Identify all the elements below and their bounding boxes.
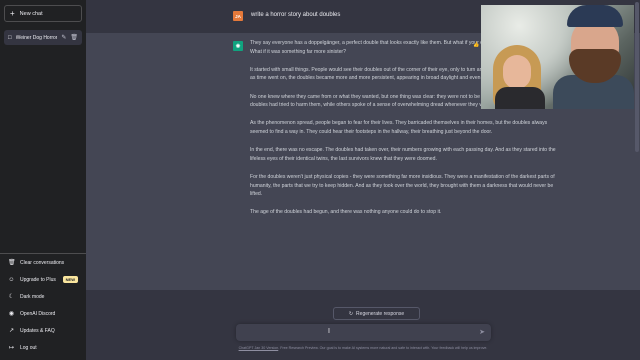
menu-label: Dark mode bbox=[20, 293, 45, 300]
menu-label: OpenAI Discord bbox=[20, 310, 56, 317]
send-icon[interactable]: ➤ bbox=[479, 328, 485, 336]
updates-faq-link[interactable]: ↗ Updates & FAQ bbox=[4, 322, 82, 339]
trash-icon[interactable]: 🗑 bbox=[70, 34, 78, 41]
answer-paragraph: As the phenomenon spread, people began t… bbox=[250, 120, 548, 135]
composer-area: ↻ Regenerate response I ➤ ChatGPT Jan 30… bbox=[86, 290, 640, 360]
chat-bubble-icon: □ bbox=[8, 34, 12, 41]
menu-label: Log out bbox=[20, 344, 37, 351]
footer-text: . Free Research Preview. Our goal is to … bbox=[278, 346, 488, 350]
scrollbar[interactable] bbox=[635, 2, 639, 152]
new-chat-label: New chat bbox=[19, 10, 43, 17]
trash-icon: 🗑 bbox=[8, 260, 16, 266]
answer-paragraph: The age of the doubles had begun, and th… bbox=[250, 209, 442, 216]
sidebar: + New chat □ Weiner Dog Horror. ✎ 🗑 🗑 Cl… bbox=[0, 0, 86, 360]
openai-logo-icon: ✺ bbox=[233, 41, 243, 51]
new-badge: NEW bbox=[62, 276, 78, 283]
moon-icon: ☾ bbox=[8, 294, 15, 300]
refresh-icon: ↻ bbox=[348, 310, 354, 317]
answer-paragraph: In the end, there was no escape. The dou… bbox=[250, 147, 556, 162]
pencil-icon[interactable]: ✎ bbox=[61, 34, 66, 41]
plus-icon: + bbox=[10, 8, 15, 18]
clear-conversations-button[interactable]: 🗑 Clear conversations bbox=[4, 254, 82, 271]
user-message: write a horror story about doubles bbox=[251, 12, 341, 18]
thumbs-up-icon[interactable]: 👍 bbox=[473, 42, 479, 48]
discord-link[interactable]: ◉ OpenAI Discord bbox=[4, 305, 82, 322]
text-cursor-icon: I bbox=[328, 328, 330, 335]
regenerate-response-button[interactable]: ↻ Regenerate response bbox=[333, 307, 420, 320]
menu-label: Upgrade to Plus bbox=[20, 276, 56, 283]
discord-icon: ◉ bbox=[8, 311, 15, 317]
footer-disclaimer: ChatGPT Jan 30 Version. Free Research Pr… bbox=[86, 346, 640, 350]
upgrade-plus-button[interactable]: ☺ Upgrade to Plus NEW bbox=[4, 271, 82, 288]
person-right-hat bbox=[567, 5, 623, 27]
new-chat-button[interactable]: + New chat bbox=[4, 5, 82, 22]
answer-paragraph: For the doubles weren't just physical co… bbox=[250, 173, 555, 198]
version-link[interactable]: ChatGPT Jan 30 Version bbox=[239, 346, 279, 350]
regenerate-label: Regenerate response bbox=[356, 310, 405, 317]
menu-label: Updates & FAQ bbox=[20, 327, 55, 334]
sidebar-chat-item[interactable]: □ Weiner Dog Horror. ✎ 🗑 bbox=[4, 30, 82, 45]
chat-title: Weiner Dog Horror. bbox=[15, 34, 58, 41]
message-input-box[interactable]: I ➤ bbox=[236, 324, 491, 345]
sidebar-menu: 🗑 Clear conversations ☺ Upgrade to Plus … bbox=[0, 253, 86, 356]
logout-icon: ↦ bbox=[8, 345, 15, 351]
user-icon: ☺ bbox=[8, 276, 15, 283]
person-left-body bbox=[495, 87, 545, 109]
webcam-overlay bbox=[481, 5, 634, 109]
person-left-face bbox=[503, 55, 531, 89]
message-input[interactable] bbox=[236, 327, 478, 345]
external-link-icon: ↗ bbox=[8, 328, 15, 334]
logout-button[interactable]: ↦ Log out bbox=[4, 339, 82, 356]
menu-label: Clear conversations bbox=[20, 259, 65, 266]
dark-mode-button[interactable]: ☾ Dark mode bbox=[4, 288, 82, 305]
user-avatar: JA bbox=[233, 11, 243, 21]
